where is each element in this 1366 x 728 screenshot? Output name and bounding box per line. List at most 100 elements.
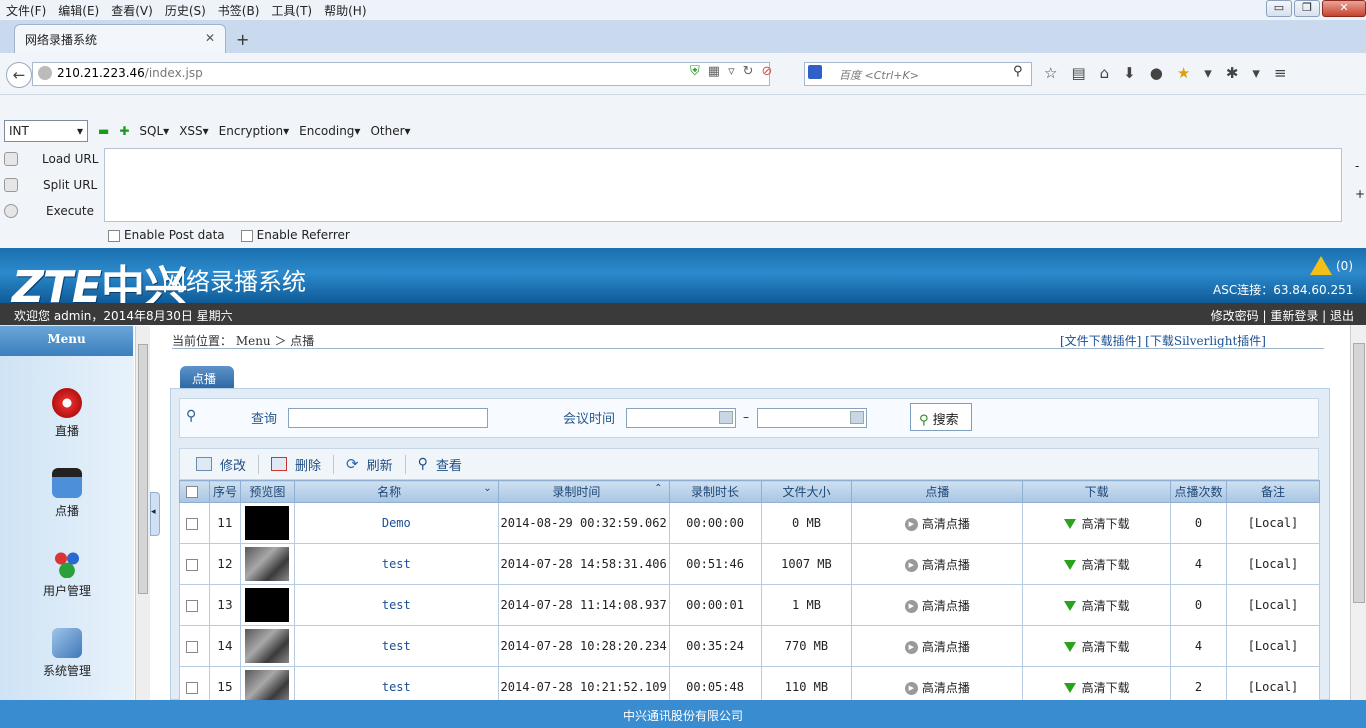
- page-scroll-thumb[interactable]: [1353, 343, 1365, 603]
- account-icon[interactable]: ●: [1150, 64, 1163, 82]
- url-textarea[interactable]: [104, 148, 1342, 222]
- home-icon[interactable]: ⌂: [1100, 64, 1110, 82]
- alert-indicator[interactable]: (0): [1310, 256, 1353, 275]
- menu-bookmarks[interactable]: 书签(B): [212, 2, 266, 19]
- plugin-links[interactable]: [文件下载插件] [下载Silverlight插件]: [1060, 332, 1266, 349]
- hamburger-menu-icon[interactable]: ≡: [1274, 64, 1287, 82]
- bookmark-star-icon[interactable]: ☆: [1044, 64, 1057, 82]
- page-scrollbar[interactable]: [1350, 325, 1366, 700]
- col-header-name[interactable]: 名称 ⌄: [293, 480, 499, 503]
- refresh-button[interactable]: ⟳ 刷新: [333, 454, 405, 474]
- shield-icon[interactable]: ⛨: [690, 64, 700, 79]
- menu-tools[interactable]: 工具(T): [265, 2, 318, 19]
- menu-scroll-thumb[interactable]: [138, 344, 148, 594]
- row-name[interactable]: Demo: [293, 502, 499, 544]
- end-date-input[interactable]: [757, 408, 867, 428]
- edit-button[interactable]: 修改: [196, 455, 258, 474]
- row-preview[interactable]: [239, 625, 295, 667]
- site-globe-icon[interactable]: [38, 66, 52, 80]
- row-download[interactable]: 高清下载: [1022, 625, 1172, 667]
- menu-item-system[interactable]: 系统管理: [0, 628, 134, 679]
- minus-icon[interactable]: ▬: [98, 124, 109, 138]
- user-links[interactable]: 修改密码 | 重新登录 | 退出: [1211, 307, 1354, 324]
- tab-close-icon[interactable]: ✕: [205, 31, 215, 45]
- shrink-button[interactable]: -: [1355, 152, 1365, 180]
- post-data-checkbox[interactable]: [108, 229, 120, 242]
- adblock-icon[interactable]: ⊘: [762, 64, 773, 79]
- calendar-icon[interactable]: [719, 411, 733, 424]
- row-checkbox[interactable]: [186, 599, 199, 612]
- menu-help[interactable]: 帮助(H): [318, 2, 372, 19]
- menu-item-vod[interactable]: 点播: [0, 468, 134, 519]
- sort-asc-icon[interactable]: ⌃: [654, 483, 662, 494]
- search-magnifier-icon[interactable]: ⚲: [1013, 64, 1023, 79]
- menu-other[interactable]: Other▾: [370, 124, 410, 138]
- url-bar[interactable]: 210.21.223.46/index.jsp: [32, 62, 770, 86]
- row-play[interactable]: ▶ 高清点播: [851, 584, 1024, 626]
- row-name[interactable]: test: [293, 584, 499, 626]
- row-play[interactable]: ▶ 高清点播: [851, 543, 1024, 585]
- menu-view[interactable]: 查看(V): [105, 2, 159, 19]
- bug-dropdown-icon[interactable]: ▾: [1252, 64, 1260, 82]
- tab-vod[interactable]: 点播: [180, 366, 234, 388]
- post-data-option[interactable]: Enable Post data: [108, 228, 225, 242]
- referrer-checkbox[interactable]: [240, 229, 253, 242]
- reading-list-icon[interactable]: ▤: [1071, 64, 1085, 82]
- start-date-input[interactable]: [626, 408, 736, 428]
- row-checkbox[interactable]: [186, 517, 199, 530]
- menu-history[interactable]: 历史(S): [159, 2, 212, 19]
- plus-icon[interactable]: ✚: [119, 124, 129, 138]
- referrer-option[interactable]: Enable Referrer: [240, 228, 350, 242]
- table-row[interactable]: 13 test 2014-07-28 11:14:08.937 00:00:01 1 M…: [179, 584, 1321, 626]
- view-button[interactable]: ⚲ 查看: [404, 454, 474, 474]
- search-input[interactable]: 百度 <Ctrl+K>: [804, 62, 1032, 86]
- preview-thumbnail[interactable]: [245, 670, 290, 704]
- select-all-checkbox[interactable]: [186, 486, 199, 498]
- search-button[interactable]: ⚲ 搜索: [910, 403, 972, 431]
- back-arrow-icon[interactable]: ←: [6, 62, 32, 88]
- menu-item-live[interactable]: 直播: [0, 388, 134, 439]
- preview-thumbnail[interactable]: [245, 547, 290, 581]
- menu-encoding[interactable]: Encoding▾: [299, 124, 360, 138]
- menu-encryption[interactable]: Encryption▾: [219, 124, 289, 138]
- row-checkbox[interactable]: [186, 640, 199, 653]
- row-name[interactable]: test: [293, 543, 499, 585]
- menu-scrollbar[interactable]: [135, 326, 150, 700]
- addon-star-icon[interactable]: ★: [1177, 64, 1190, 82]
- query-input[interactable]: [288, 408, 488, 428]
- browser-tab[interactable]: 网络录播系统 ✕: [14, 24, 226, 54]
- col-header-time[interactable]: 录制时间 ⌃: [497, 480, 670, 503]
- row-preview[interactable]: [239, 502, 295, 544]
- addon-dropdown-icon[interactable]: ▾: [1204, 64, 1212, 82]
- reload-icon[interactable]: ↻: [743, 64, 754, 79]
- row-download[interactable]: 高清下载: [1022, 502, 1172, 544]
- row-name[interactable]: test: [293, 625, 499, 667]
- row-preview[interactable]: [239, 543, 295, 585]
- load-url-button[interactable]: Load URL: [4, 152, 98, 166]
- type-select[interactable]: INT ▾: [4, 120, 88, 142]
- table-row[interactable]: 11 Demo 2014-08-29 00:32:59.062 00:00:00 0 M…: [179, 502, 1321, 544]
- delete-button[interactable]: 删除: [258, 454, 333, 474]
- minimize-button[interactable]: ▭: [1266, 0, 1292, 17]
- row-play[interactable]: ▶ 高清点播: [851, 502, 1024, 544]
- preview-thumbnail[interactable]: [245, 629, 290, 663]
- close-window-button[interactable]: ✕: [1322, 0, 1366, 17]
- sort-desc-icon[interactable]: ⌄: [483, 483, 491, 494]
- row-play[interactable]: ▶ 高清点播: [851, 625, 1024, 667]
- row-checkbox[interactable]: [186, 681, 199, 694]
- row-download[interactable]: 高清下载: [1022, 584, 1172, 626]
- maximize-button[interactable]: ❐: [1294, 0, 1320, 17]
- execute-button[interactable]: Execute: [4, 204, 94, 218]
- baidu-engine-icon[interactable]: [808, 65, 822, 79]
- row-checkbox[interactable]: [186, 558, 199, 571]
- new-tab-button[interactable]: +: [236, 30, 249, 49]
- split-url-button[interactable]: Split URL: [4, 178, 97, 192]
- bug-icon[interactable]: ✱: [1226, 64, 1239, 82]
- menu-item-users[interactable]: 用户管理: [0, 548, 134, 599]
- preview-thumbnail[interactable]: [245, 506, 290, 540]
- menu-edit[interactable]: 编辑(E): [52, 2, 105, 19]
- table-row[interactable]: 12 test 2014-07-28 14:58:31.406 00:51:46 100…: [179, 543, 1321, 585]
- menu-xss[interactable]: XSS▾: [179, 124, 208, 138]
- table-row[interactable]: 14 test 2014-07-28 10:28:20.234 00:35:24 770…: [179, 625, 1321, 667]
- menu-sql[interactable]: SQL▾: [139, 124, 169, 138]
